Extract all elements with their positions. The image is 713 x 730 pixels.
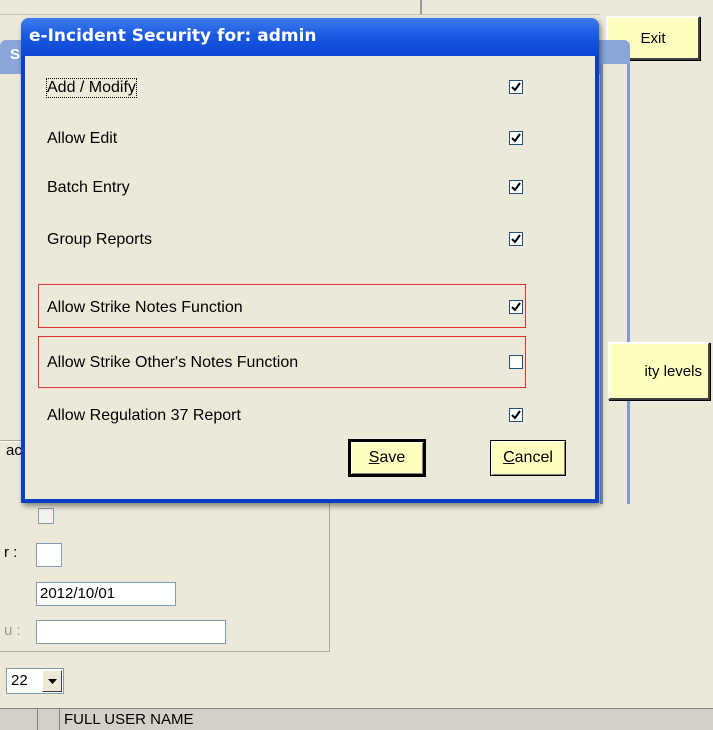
permission-checkbox[interactable] (509, 232, 523, 246)
date-input-value: 2012/10/01 (40, 585, 116, 602)
checkmark-icon (511, 82, 521, 92)
permission-row-batch-entry: Batch Entry (25, 168, 595, 208)
permission-label: Allow Regulation 37 Report (47, 407, 241, 424)
checkmark-icon (511, 410, 521, 420)
dropdown-arrow-icon[interactable] (42, 670, 62, 692)
permission-row-strike-others-notes: Allow Strike Other's Notes Function (25, 343, 595, 383)
dialog-titlebar[interactable]: e-Incident Security for: admin (21, 18, 599, 56)
checkmark-icon (511, 182, 521, 192)
grid-header-cell (38, 709, 60, 730)
save-button-label: Save (368, 449, 406, 466)
dialog-title: e-Incident Security for: admin (29, 26, 317, 46)
permission-label: Group Reports (47, 231, 152, 248)
background-checkbox[interactable] (38, 508, 54, 524)
dialog-body: Add / Modify Allow Edit Batch Entry Grou… (25, 56, 595, 499)
permission-label: Add / Modify (46, 78, 137, 98)
grid-column-full-user-name[interactable]: FULL USER NAME (64, 711, 193, 728)
permission-checkbox[interactable] (509, 355, 523, 369)
permission-checkbox[interactable] (509, 131, 523, 145)
background-long-input[interactable] (36, 620, 226, 644)
record-count-select[interactable]: 22 (6, 668, 64, 694)
permission-checkbox[interactable] (509, 180, 523, 194)
permission-label: Allow Strike Other's Notes Function (47, 354, 299, 371)
user-grid-header: FULL USER NAME (0, 708, 713, 730)
cancel-button-label: Cancel (503, 449, 553, 466)
exit-button-label: Exit (640, 29, 666, 47)
record-count-value: 22 (11, 672, 28, 689)
permission-checkbox[interactable] (509, 80, 523, 94)
permission-row-regulation-37: Allow Regulation 37 Report (25, 396, 595, 436)
background-short-input[interactable] (36, 543, 62, 567)
checkmark-icon (511, 133, 521, 143)
background-row-label: ac (6, 442, 22, 459)
save-button[interactable]: Save (348, 439, 426, 477)
security-dialog: e-Incident Security for: admin Add / Mod… (21, 18, 599, 503)
permission-checkbox[interactable] (509, 300, 523, 314)
grid-header-cell (0, 709, 38, 730)
permission-row-group-reports: Group Reports (25, 220, 595, 260)
permission-row-add-modify: Add / Modify (25, 68, 595, 108)
background-field-label-faded: u : (4, 622, 21, 639)
permission-checkbox[interactable] (509, 408, 523, 422)
background-divider (420, 0, 422, 14)
background-top-strip (0, 0, 713, 15)
background-field-label: r : (4, 544, 18, 561)
permission-row-allow-edit: Allow Edit (25, 119, 595, 159)
permission-label: Allow Strike Notes Function (47, 299, 243, 316)
cancel-button[interactable]: Cancel (490, 440, 566, 476)
permission-label: Allow Edit (47, 130, 118, 147)
permission-label: Batch Entry (47, 179, 130, 196)
background-titlebar-letter: S (10, 46, 21, 63)
security-levels-button[interactable]: ity levels (608, 342, 710, 400)
background-window-frame (600, 64, 630, 504)
checkmark-icon (511, 302, 521, 312)
permission-row-strike-notes: Allow Strike Notes Function (25, 288, 595, 328)
date-input[interactable]: 2012/10/01 (36, 582, 176, 606)
checkmark-icon (511, 234, 521, 244)
security-levels-button-label: ity levels (644, 362, 702, 380)
